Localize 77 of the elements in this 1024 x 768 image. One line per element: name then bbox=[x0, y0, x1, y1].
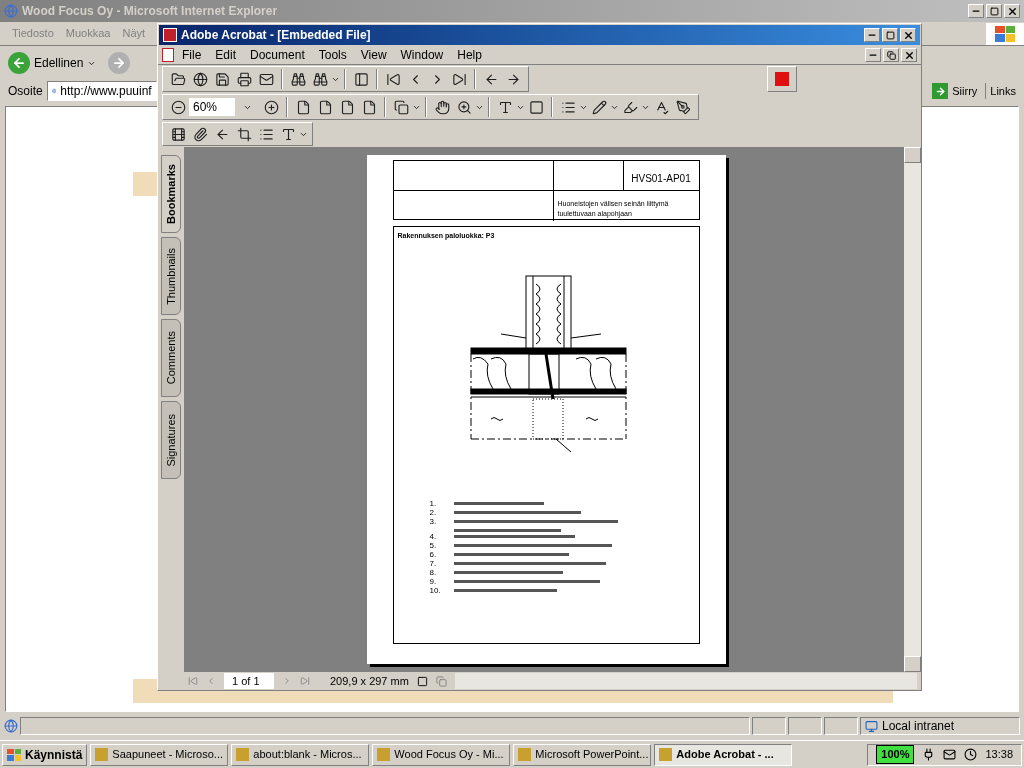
single-page-icon[interactable] bbox=[416, 675, 428, 687]
menu-item[interactable]: Document bbox=[250, 46, 305, 64]
legend-number: 1. bbox=[429, 498, 438, 508]
back-button[interactable]: Edellinen bbox=[34, 54, 84, 72]
legend-number: 9. bbox=[429, 576, 438, 586]
restore-icon bbox=[886, 50, 896, 60]
legend-number: 5. bbox=[429, 540, 438, 550]
side-tab[interactable]: Bookmarks bbox=[161, 155, 181, 233]
windows-logo-icon bbox=[7, 748, 21, 761]
monitor-icon bbox=[865, 719, 878, 733]
legend-number: 2. bbox=[429, 507, 438, 517]
minimize-button[interactable] bbox=[864, 28, 880, 42]
side-tab[interactable]: Comments bbox=[161, 319, 181, 397]
menu-item[interactable]: Window bbox=[400, 46, 444, 64]
side-tab[interactable]: Signatures bbox=[161, 401, 181, 479]
address-field[interactable]: http://www.puuinf bbox=[46, 81, 157, 101]
adobe-logo-icon bbox=[767, 66, 797, 92]
pdf-icon bbox=[163, 28, 177, 42]
legend-number: 4. bbox=[429, 531, 438, 541]
close-button[interactable] bbox=[1004, 4, 1020, 18]
window-title: Wood Focus Oy - Microsoft Internet Explorer bbox=[22, 3, 279, 20]
menu-item[interactable]: View bbox=[360, 46, 387, 64]
legend-number: 10. bbox=[429, 585, 442, 595]
taskbar-button[interactable]: Adobe Acrobat - ... bbox=[654, 743, 793, 766]
taskbar-button[interactable]: about:blank - Micros... bbox=[231, 743, 370, 766]
go-button[interactable]: Siirry bbox=[932, 82, 978, 100]
close-button[interactable] bbox=[901, 48, 917, 62]
drawing-code: HVS01-AP01 bbox=[631, 172, 691, 186]
browser-icon bbox=[4, 4, 18, 18]
window-title: Adobe Acrobat - [Embedded File] bbox=[181, 27, 372, 44]
zoom-field[interactable]: 60% bbox=[189, 98, 235, 116]
page-size: 209,9 x 297 mm bbox=[330, 673, 409, 689]
links-button[interactable]: Links bbox=[985, 82, 1016, 100]
close-icon bbox=[1006, 5, 1018, 17]
menu-item[interactable]: File bbox=[182, 46, 202, 64]
windows-logo-icon bbox=[986, 22, 1024, 45]
app-icon bbox=[518, 748, 532, 761]
menu-item[interactable]: Help bbox=[457, 46, 482, 64]
maximize-button[interactable] bbox=[882, 28, 898, 42]
maximize-icon bbox=[885, 30, 895, 40]
restore-button[interactable] bbox=[883, 48, 899, 62]
minimize-button[interactable] bbox=[968, 4, 984, 18]
mail-icon bbox=[943, 748, 957, 761]
app-icon bbox=[236, 748, 250, 761]
taskbar-button[interactable]: Microsoft PowerPoint... bbox=[513, 743, 652, 766]
legend-number: 6. bbox=[429, 549, 438, 559]
status-panel bbox=[752, 717, 786, 735]
address-label: Osoite bbox=[8, 83, 43, 100]
maximize-icon bbox=[989, 6, 999, 16]
app-icon bbox=[95, 748, 109, 761]
legend-number: 3. bbox=[429, 516, 438, 528]
app-icon bbox=[377, 748, 391, 761]
horizontal-scrollbar[interactable] bbox=[454, 673, 917, 689]
address-text: http://www.puuinf bbox=[60, 83, 152, 100]
app-icon bbox=[659, 748, 673, 761]
status-panel bbox=[788, 717, 822, 735]
maximize-button[interactable] bbox=[986, 4, 1002, 18]
scrollbar[interactable] bbox=[904, 147, 921, 672]
status-panel bbox=[824, 717, 858, 735]
zone-label: Local intranet bbox=[882, 718, 955, 735]
clock-icon bbox=[964, 748, 978, 761]
menu-item[interactable]: Edit bbox=[215, 46, 237, 64]
legend-number: 7. bbox=[429, 558, 438, 568]
close-button[interactable] bbox=[900, 28, 916, 42]
pdf-icon bbox=[162, 48, 174, 62]
taskbar-button[interactable]: Saapuneet - Microso... bbox=[90, 743, 229, 766]
start-button[interactable]: Käynnistä bbox=[2, 743, 88, 766]
menu-item[interactable]: Tools bbox=[318, 46, 347, 64]
battery-indicator: 100% bbox=[876, 745, 915, 764]
legend-number: 8. bbox=[429, 567, 438, 577]
side-tab[interactable]: Thumbnails bbox=[161, 237, 181, 315]
close-icon bbox=[902, 29, 914, 41]
clock: 13:38 bbox=[985, 747, 1013, 763]
close-icon bbox=[903, 49, 915, 61]
minimize-button[interactable] bbox=[865, 48, 881, 62]
taskbar-button[interactable]: Wood Focus Oy - Mi... bbox=[372, 743, 511, 766]
page-number-field[interactable]: 1 of 1 bbox=[224, 672, 274, 690]
